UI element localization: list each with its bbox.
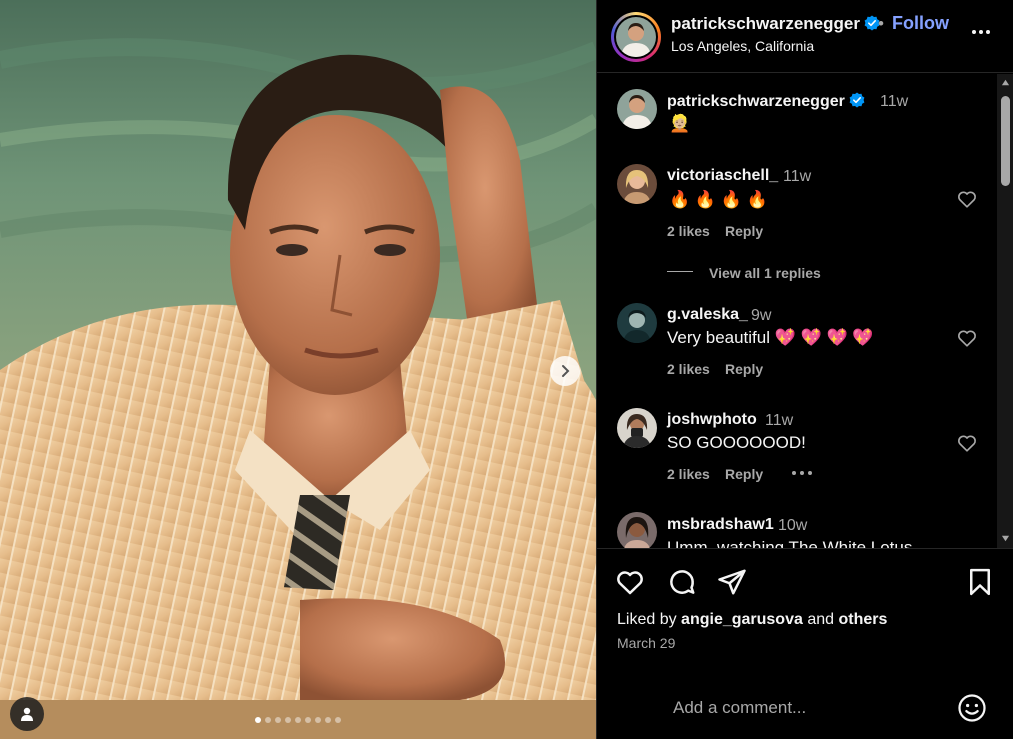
caption-username[interactable]: patrickschwarzenegger — [667, 92, 865, 111]
commenter-avatar[interactable] — [617, 512, 657, 548]
comment-username[interactable]: g.valeska_ — [667, 306, 748, 324]
bookmark-icon[interactable] — [965, 567, 995, 597]
caption-author-avatar[interactable] — [617, 89, 657, 129]
comment-text: Umm, watching The White Lotus... — [667, 538, 927, 548]
post-photo[interactable] — [0, 0, 596, 739]
carousel-dot — [265, 717, 271, 723]
comment-likes[interactable]: 2 likes — [667, 466, 710, 482]
author-avatar[interactable] — [611, 12, 661, 62]
carousel-dot — [305, 717, 311, 723]
comment-composer — [597, 680, 1013, 739]
paper-plane-icon[interactable] — [717, 567, 747, 597]
comment-options-icon[interactable] — [791, 468, 813, 478]
caption-username-text[interactable]: patrickschwarzenegger — [667, 93, 845, 110]
comment-username[interactable]: msbradshaw1 — [667, 516, 774, 534]
post-image — [0, 0, 596, 739]
comment-time[interactable]: 10w — [778, 517, 807, 535]
follow-button[interactable]: Follow — [892, 13, 949, 34]
liked-by-text: Liked by angie_garusova and others — [617, 611, 887, 629]
heart-icon[interactable] — [615, 567, 645, 597]
comment-likes[interactable]: 2 likes — [667, 223, 710, 239]
carousel-dot — [295, 717, 301, 723]
scrollbar-thumb[interactable] — [1001, 96, 1010, 186]
author-username[interactable]: patrickschwarzenegger — [671, 14, 880, 34]
view-replies-button[interactable]: View all 1 replies — [709, 265, 821, 281]
carousel-indicator — [0, 717, 596, 723]
commenter-avatar[interactable] — [617, 164, 657, 204]
replies-line — [667, 271, 693, 272]
comment-text: 🔥 🔥 🔥 🔥 — [669, 190, 768, 209]
comment-like-heart-icon[interactable] — [956, 327, 978, 349]
verified-badge-icon — [849, 92, 865, 108]
comment-time[interactable]: 11w — [783, 168, 811, 186]
post-actions: Liked by angie_garusova and others March… — [597, 548, 1013, 658]
comment-input[interactable] — [673, 693, 953, 723]
scroll-down-arrow-icon[interactable] — [1001, 534, 1010, 543]
avatar-image — [617, 512, 657, 548]
carousel-dot — [285, 717, 291, 723]
comment-time[interactable]: 11w — [765, 412, 793, 430]
author-username-text[interactable]: patrickschwarzenegger — [671, 14, 860, 33]
more-options-icon[interactable] — [969, 20, 993, 44]
comment-icon[interactable] — [667, 567, 697, 597]
reply-button[interactable]: Reply — [725, 466, 763, 482]
comment-time[interactable]: 9w — [751, 307, 771, 325]
scroll-up-arrow-icon[interactable] — [1001, 78, 1010, 87]
chevron-right-icon — [562, 365, 570, 377]
commenter-avatar[interactable] — [617, 408, 657, 448]
commenter-avatar[interactable] — [617, 303, 657, 343]
comment-username[interactable]: joshwphoto — [667, 411, 757, 429]
comments-scrollbar[interactable] — [997, 74, 1013, 548]
liked-by-others[interactable]: others — [838, 611, 887, 628]
avatar-image — [617, 89, 657, 129]
carousel-dot — [335, 717, 341, 723]
avatar-image — [617, 164, 657, 204]
comment-like-heart-icon[interactable] — [956, 432, 978, 454]
caption-text: 👱🏼 — [669, 114, 691, 133]
carousel-dot — [255, 717, 261, 723]
next-photo-button[interactable] — [550, 356, 580, 386]
comment-likes[interactable]: 2 likes — [667, 361, 710, 377]
comments-list[interactable]: patrickschwarzenegger 11w 👱🏼 victoriasch… — [597, 74, 997, 548]
comment-like-heart-icon[interactable] — [956, 188, 978, 210]
reply-button[interactable]: Reply — [725, 361, 763, 377]
separator-dot: • — [878, 14, 884, 33]
comment-text: SO GOOOOOOD! — [667, 433, 806, 452]
smiley-icon[interactable] — [957, 693, 987, 723]
post-header: patrickschwarzenegger • Follow Los Angel… — [597, 0, 1013, 73]
liked-by-user[interactable]: angie_garusova — [681, 611, 803, 628]
comment-username[interactable]: victoriaschell_ — [667, 167, 778, 185]
post-date[interactable]: March 29 — [617, 635, 675, 651]
tagged-users-button[interactable] — [10, 697, 44, 731]
carousel-dot — [315, 717, 321, 723]
avatar-image — [617, 408, 657, 448]
liked-by-and: and — [807, 611, 835, 628]
reply-button[interactable]: Reply — [725, 223, 763, 239]
caption-time[interactable]: 11w — [880, 93, 908, 111]
avatar-image — [616, 17, 656, 57]
carousel-dot — [275, 717, 281, 723]
avatar-image — [617, 303, 657, 343]
comment-text: Very beautiful 💖 💖 💖 💖 — [667, 328, 874, 347]
carousel-dot — [325, 717, 331, 723]
liked-by-prefix: Liked by — [617, 611, 677, 628]
post-location[interactable]: Los Angeles, California — [671, 38, 814, 54]
post-details-panel: patrickschwarzenegger • Follow Los Angel… — [596, 0, 1013, 739]
